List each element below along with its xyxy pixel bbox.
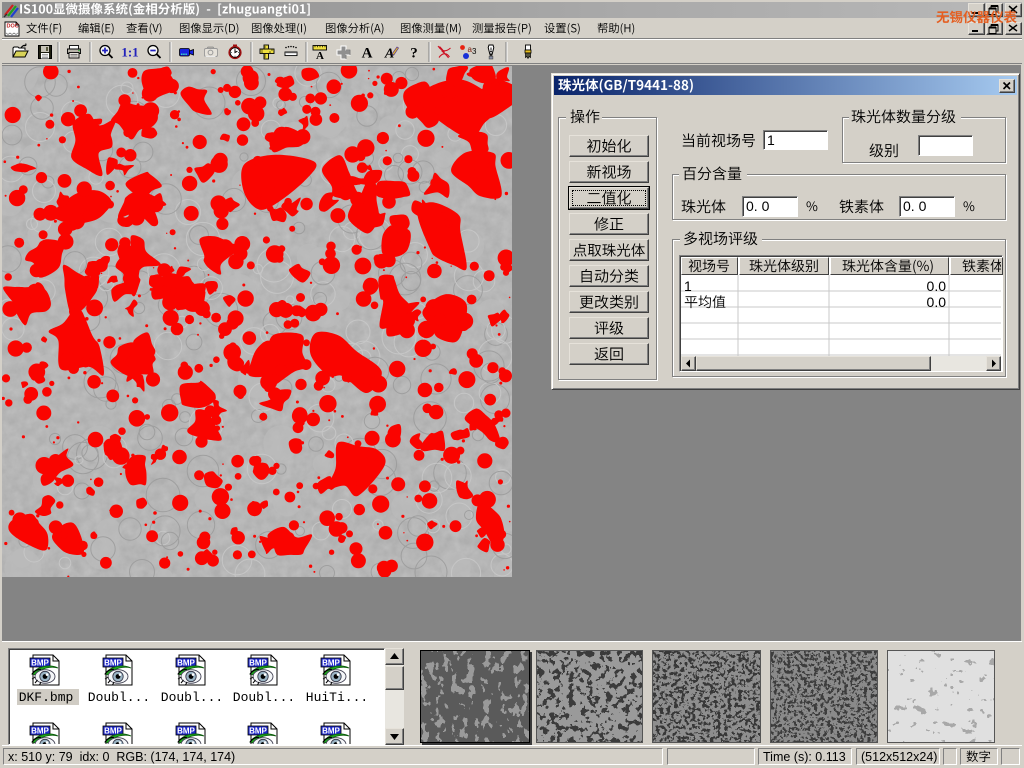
svg-text:1:1: 1:1 <box>121 45 138 60</box>
svg-text:?: ? <box>410 46 418 62</box>
svg-text:A: A <box>316 50 324 62</box>
svg-text:DOC: DOC <box>7 23 19 29</box>
svg-text:3: 3 <box>472 47 477 56</box>
svg-text:A: A <box>362 46 373 62</box>
